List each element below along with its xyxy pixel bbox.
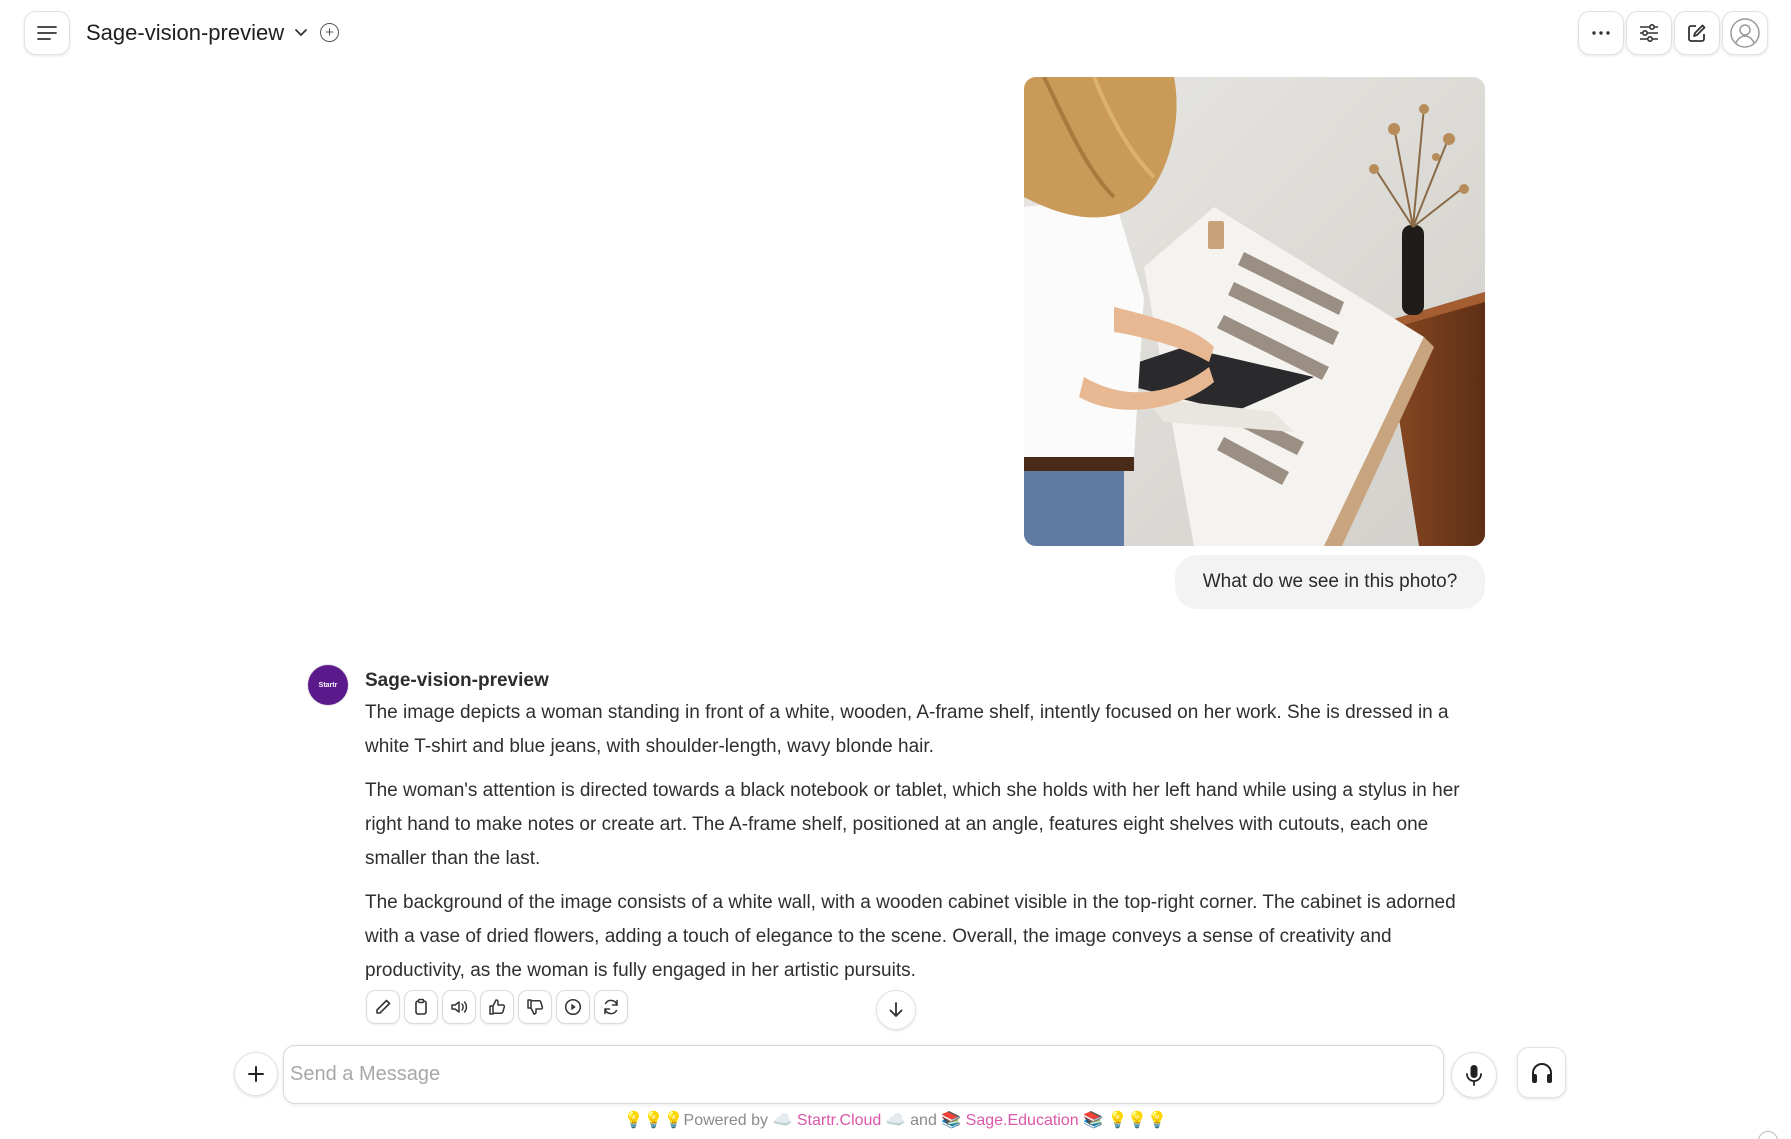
assistant-response: The image depicts a woman standing in fr…: [365, 696, 1487, 998]
message-actions: [366, 990, 628, 1024]
microphone-icon: [1466, 1065, 1482, 1086]
good-response-button[interactable]: [480, 990, 514, 1024]
regenerate-button[interactable]: [594, 990, 628, 1024]
more-icon: [1592, 31, 1610, 35]
thumbs-down-icon: [527, 999, 544, 1015]
user-icon: [1730, 18, 1760, 48]
arrow-down-icon: [889, 1002, 903, 1017]
sliders-icon: [1640, 24, 1658, 42]
response-paragraph: The background of the image consists of …: [365, 892, 1456, 981]
voice-input-button[interactable]: [1451, 1052, 1497, 1098]
new-chat-button[interactable]: [1674, 11, 1720, 55]
attach-button[interactable]: [234, 1052, 278, 1096]
plus-icon: +: [325, 24, 334, 41]
play-icon: [564, 998, 582, 1016]
top-bar: Sage-vision-preview +: [0, 0, 1791, 66]
bad-response-button[interactable]: [518, 990, 552, 1024]
powered-by-footer: 💡💡💡Powered by ☁️ Startr.Cloud ☁️ and 📚 S…: [0, 1110, 1791, 1130]
edit-icon: [376, 999, 391, 1014]
read-aloud-button[interactable]: [442, 990, 476, 1024]
help-button[interactable]: [1758, 1131, 1778, 1139]
copy-icon: [415, 998, 427, 1015]
response-paragraph: The image depicts a woman standing in fr…: [365, 702, 1449, 757]
startr-cloud-link[interactable]: Startr.Cloud: [797, 1112, 881, 1129]
attached-photo[interactable]: [1024, 77, 1485, 546]
footer-middle: ☁️ and 📚: [881, 1112, 966, 1129]
add-model-button[interactable]: +: [320, 23, 339, 42]
thumbs-up-icon: [489, 999, 506, 1015]
menu-icon: [37, 26, 57, 40]
edit-icon: [1688, 24, 1706, 42]
assistant-avatar: Startr: [308, 665, 348, 705]
voice-mode-button[interactable]: [1517, 1047, 1566, 1098]
footer-suffix: 📚 💡💡💡: [1078, 1112, 1168, 1129]
regenerate-icon: [604, 999, 618, 1015]
edit-response-button[interactable]: [366, 990, 400, 1024]
user-message-bubble: What do we see in this photo?: [1175, 555, 1485, 609]
assistant-name: Sage-vision-preview: [365, 670, 549, 691]
plus-icon: [248, 1066, 264, 1082]
speaker-icon: [451, 1001, 468, 1013]
footer-prefix: 💡💡💡Powered by ☁️: [623, 1112, 797, 1129]
response-paragraph: The woman's attention is directed toward…: [365, 780, 1460, 869]
copy-button[interactable]: [404, 990, 438, 1024]
photo-illustration: [1024, 77, 1485, 546]
chevron-down-icon[interactable]: [293, 24, 309, 40]
continue-response-button[interactable]: [556, 990, 590, 1024]
scroll-to-bottom-button[interactable]: [876, 990, 916, 1030]
sage-education-link[interactable]: Sage.Education: [966, 1112, 1079, 1129]
sidebar-toggle-button[interactable]: [24, 11, 70, 55]
user-menu-button[interactable]: [1722, 11, 1768, 55]
more-options-button[interactable]: [1578, 11, 1624, 55]
model-selector-label[interactable]: Sage-vision-preview: [86, 20, 284, 46]
message-input[interactable]: [283, 1045, 1444, 1104]
headphones-icon: [1531, 1062, 1552, 1083]
chat-controls-button[interactable]: [1626, 11, 1672, 55]
